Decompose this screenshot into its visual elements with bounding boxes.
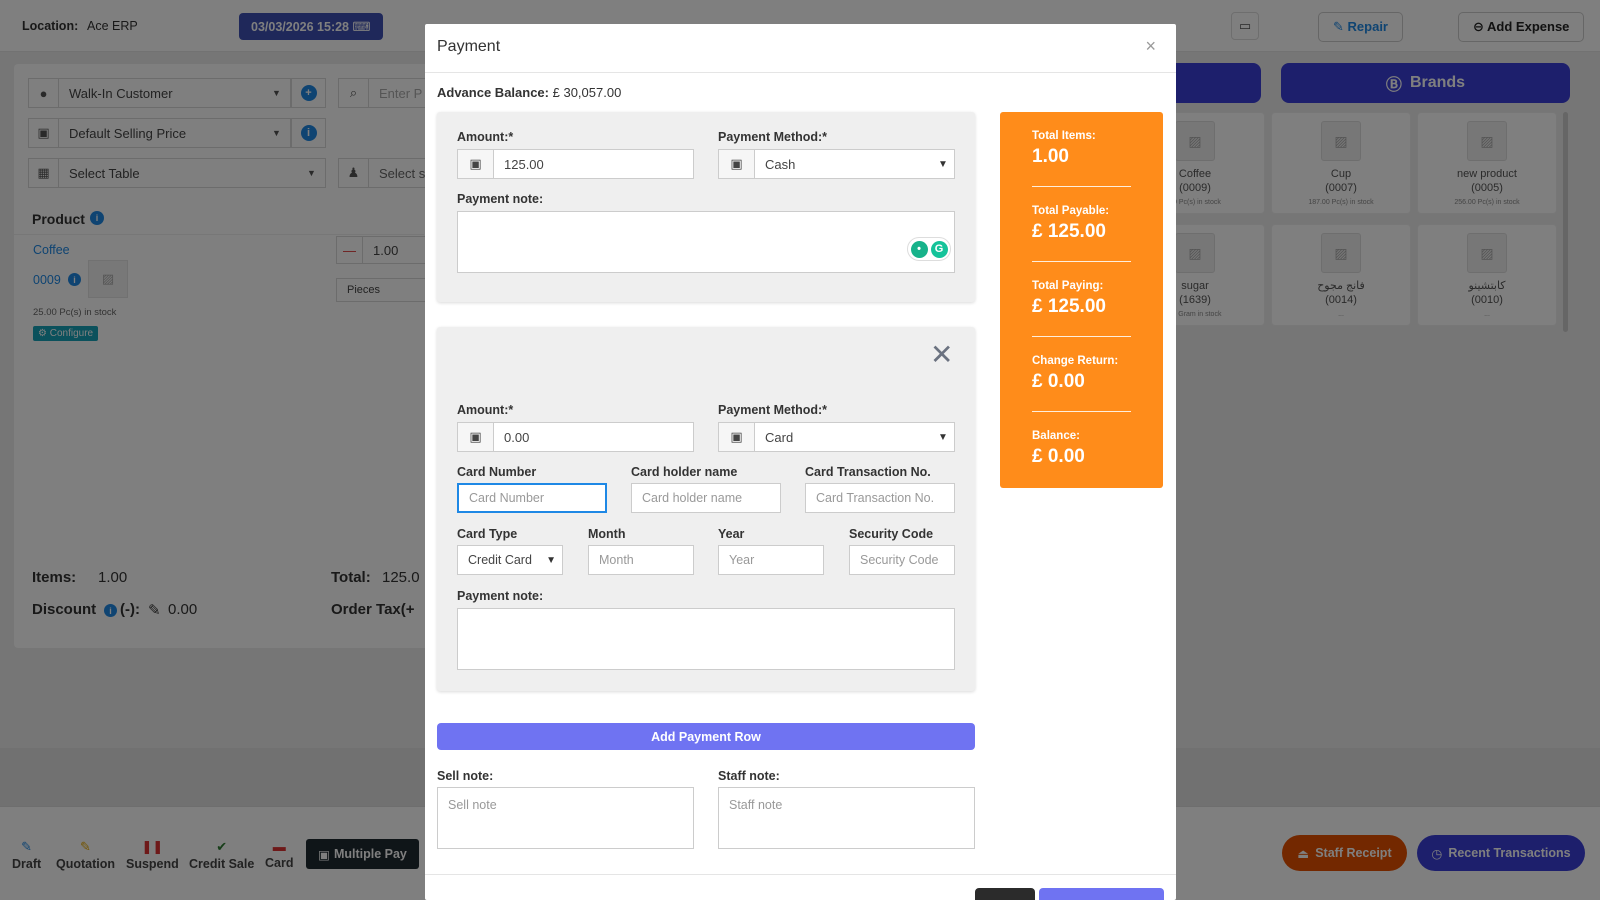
card-type-label: Card Type — [457, 527, 518, 541]
amount-input[interactable]: ▣ 0.00 — [457, 422, 694, 452]
advance-balance: Advance Balance: £ 30,057.00 — [437, 85, 622, 100]
money-icon: ▣ — [458, 150, 494, 178]
payment-method-label: Payment Method:* — [718, 130, 828, 144]
payment-note-textarea[interactable] — [457, 211, 955, 273]
staff-note-textarea[interactable]: Staff note — [718, 787, 975, 849]
summary-balance: Balance: £ 0.00 — [1032, 430, 1085, 467]
summary-total-payable: Total Payable: £ 125.00 — [1032, 187, 1131, 262]
security-code-label: Security Code — [849, 527, 934, 541]
chevron-down-icon: ▼ — [546, 554, 556, 566]
chevron-down-icon: ▼ — [938, 158, 948, 170]
chevron-down-icon: ▼ — [938, 431, 948, 443]
modal-title: Payment — [437, 38, 501, 55]
money-icon: ▣ — [719, 423, 755, 451]
finalize-payment-button[interactable] — [1039, 888, 1164, 900]
summary-total-items: Total Items: 1.00 — [1032, 112, 1131, 187]
amount-label: Amount:* — [457, 130, 514, 144]
payment-summary: Total Items: 1.00 Total Payable: £ 125.00 … — [1000, 112, 1163, 488]
payment-note-textarea[interactable] — [457, 608, 955, 670]
footer-divider — [425, 874, 1176, 875]
month-label: Month — [588, 527, 626, 541]
lightbulb-icon: • — [910, 240, 928, 258]
payment-row-2: ✕ Amount:* ▣ 0.00 Payment Method:* ▣ Car… — [437, 327, 975, 691]
payment-note-label: Payment note: — [457, 589, 544, 603]
sell-note-label: Sell note: — [437, 769, 494, 783]
staff-note-label: Staff note: — [718, 769, 780, 783]
payment-note-label: Payment note: — [457, 192, 544, 206]
grammarly-widget[interactable]: • G — [907, 237, 951, 261]
summary-change-return: Change Return: £ 0.00 — [1032, 337, 1131, 412]
money-icon: ▣ — [719, 150, 755, 178]
close-icon[interactable]: × — [1145, 36, 1156, 57]
sell-note-textarea[interactable]: Sell note — [437, 787, 694, 849]
year-input[interactable]: Year — [718, 545, 824, 575]
payment-row-1: Amount:* ▣ 125.00 Payment Method:* ▣ Cas… — [437, 112, 975, 302]
header-divider — [425, 72, 1176, 73]
close-button[interactable] — [975, 888, 1035, 900]
security-code-input[interactable]: Security Code — [849, 545, 955, 575]
grammarly-icon: G — [930, 240, 948, 258]
amount-label: Amount:* — [457, 403, 514, 417]
card-number-input[interactable]: Card Number — [457, 483, 607, 513]
remove-row-icon[interactable]: ✕ — [930, 341, 953, 369]
year-label: Year — [718, 527, 745, 541]
card-transaction-label: Card Transaction No. — [805, 465, 931, 479]
add-payment-row-button[interactable]: Add Payment Row — [437, 723, 975, 750]
payment-method-select[interactable]: ▣ Cash ▼ — [718, 149, 955, 179]
payment-modal: Payment × Advance Balance: £ 30,057.00 A… — [425, 24, 1176, 900]
card-type-select[interactable]: Credit Card ▼ — [457, 545, 563, 575]
card-number-label: Card Number — [457, 465, 537, 479]
payment-method-select[interactable]: ▣ Card ▼ — [718, 422, 955, 452]
month-input[interactable]: Month — [588, 545, 694, 575]
card-transaction-input[interactable]: Card Transaction No. — [805, 483, 955, 513]
card-holder-label: Card holder name — [631, 465, 738, 479]
amount-input[interactable]: ▣ 125.00 — [457, 149, 694, 179]
payment-method-label: Payment Method:* — [718, 403, 828, 417]
card-holder-input[interactable]: Card holder name — [631, 483, 781, 513]
money-icon: ▣ — [458, 423, 494, 451]
summary-total-paying: Total Paying: £ 125.00 — [1032, 262, 1131, 337]
